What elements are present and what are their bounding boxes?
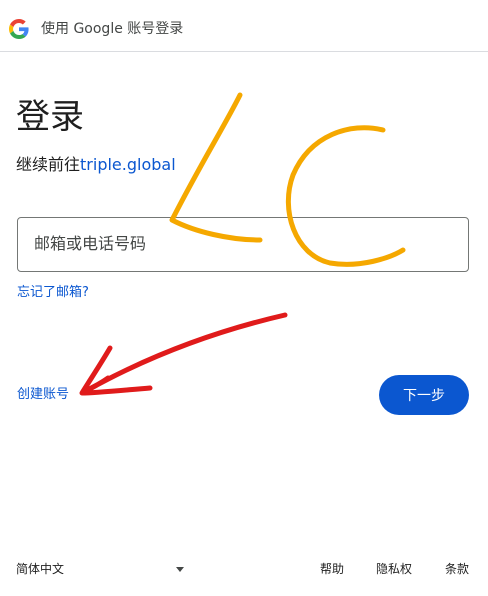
subtitle-prefix: 继续前往 bbox=[16, 155, 81, 174]
privacy-link[interactable]: 隐私权 bbox=[376, 560, 412, 578]
terms-link[interactable]: 条款 bbox=[445, 560, 469, 578]
red-arrow bbox=[79, 312, 288, 396]
language-label: 简体中文 bbox=[16, 562, 65, 576]
app-link[interactable]: triple.global bbox=[80, 155, 176, 174]
subtitle: 继续前往triple.global bbox=[16, 154, 176, 176]
google-g-icon bbox=[9, 19, 29, 39]
language-select[interactable]: 简体中文 bbox=[16, 560, 188, 578]
next-button[interactable]: 下一步 bbox=[379, 375, 469, 415]
caret-down-icon bbox=[176, 567, 184, 572]
footer: 简体中文 帮助 隐私权 条款 bbox=[0, 556, 488, 582]
forgot-email-link[interactable]: 忘记了邮箱? bbox=[17, 284, 89, 302]
header: 使用 Google 账号登录 bbox=[0, 0, 488, 52]
header-title: 使用 Google 账号登录 bbox=[41, 21, 184, 37]
email-field[interactable]: 邮箱或电话号码 bbox=[17, 217, 469, 272]
help-link[interactable]: 帮助 bbox=[320, 560, 344, 578]
email-placeholder: 邮箱或电话号码 bbox=[34, 234, 147, 253]
page-title: 登录 bbox=[16, 97, 84, 137]
create-account-link[interactable]: 创建账号 bbox=[17, 386, 69, 404]
